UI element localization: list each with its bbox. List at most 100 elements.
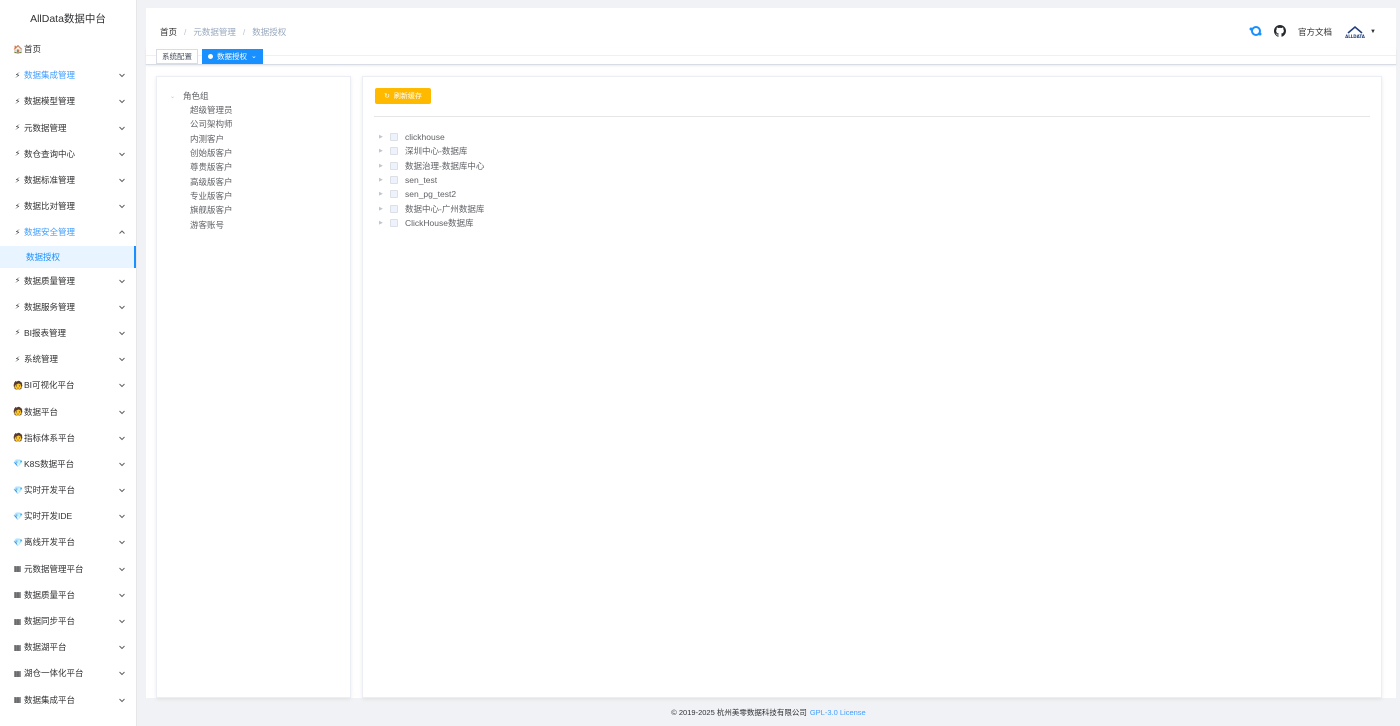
sidebar-item[interactable]: ⚡ 数据模型管理 <box>0 88 136 114</box>
menu-icon: ⚡ <box>14 227 21 237</box>
chevron-down-icon[interactable]: ⌄ <box>251 52 257 60</box>
caret-right-icon[interactable]: ▶ <box>379 177 388 183</box>
sidebar-item[interactable]: 💎 K8S数据平台 <box>0 451 136 477</box>
caret-right-icon[interactable]: ▶ <box>379 220 388 226</box>
sidebar-item[interactable]: ▦ 数据湖平台 <box>0 634 136 660</box>
sidebar-menu: 🏠 首页 ⚡ 数据集成管理 ⚡ 数据模型管理 ⚡ 元数据管理 ⚡ 数仓查询中心 ⚡ 数据标准管理 ⚡… <box>0 36 136 713</box>
tag-data-authorization[interactable]: 数据授权 ⌄ <box>202 48 263 64</box>
tree-node-database[interactable]: ▶ 数据治理-数据库中心 <box>374 159 1370 173</box>
sidebar-item[interactable]: ⚡ 系统管理 <box>0 346 136 372</box>
sidebar-item[interactable]: 💎 离线开发平台 <box>0 529 136 555</box>
chevron-down-icon <box>118 71 126 79</box>
tree-node-database[interactable]: ▶ ClickHouse数据库 <box>374 216 1370 230</box>
caret-right-icon[interactable]: ▶ <box>379 134 388 140</box>
tree-node-role[interactable]: 超级管理员 <box>167 103 340 117</box>
caret-right-icon[interactable]: ▶ <box>379 148 388 154</box>
support-icon[interactable] <box>1248 25 1262 39</box>
doc-link[interactable]: 官方文档 <box>1298 26 1332 38</box>
menu-icon: ⚡ <box>14 123 21 133</box>
sidebar-item[interactable]: ▦ 数据集成平台 <box>0 687 136 713</box>
sidebar-item-label: 元数据管理平台 <box>24 563 84 574</box>
chevron-down-icon <box>118 696 126 704</box>
avatar-dropdown[interactable]: ALLDATA ▼ <box>1344 25 1376 39</box>
tree-node-role[interactable]: 创始版客户 <box>167 146 340 160</box>
sidebar-item-label: 数据比对管理 <box>24 201 76 212</box>
menu-icon: 💎 <box>13 459 23 469</box>
sidebar-item[interactable]: 🧑 数据平台 <box>0 398 136 424</box>
sidebar-item[interactable]: 💎 实时开发平台 <box>0 477 136 503</box>
sidebar-item[interactable]: ⚡ 元数据管理 <box>0 115 136 141</box>
github-icon[interactable] <box>1274 24 1287 39</box>
tree-node-role[interactable]: 游客账号 <box>167 217 340 231</box>
chevron-down-icon <box>118 643 126 651</box>
checkbox[interactable] <box>390 147 398 156</box>
sidebar-item[interactable]: ⚡ 数据标准管理 <box>0 167 136 193</box>
sidebar-item-label: 指标体系平台 <box>24 432 76 443</box>
checkbox[interactable] <box>390 204 398 213</box>
sidebar-item[interactable]: ⚡ 数据服务管理 <box>0 294 136 320</box>
tree-node-role[interactable]: 内测客户 <box>167 132 340 146</box>
checkbox[interactable] <box>390 218 398 227</box>
sidebar-item[interactable]: ⚡ BI报表管理 <box>0 320 136 346</box>
sidebar-item[interactable]: ⚡ 数仓查询中心 <box>0 141 136 167</box>
checkbox[interactable] <box>390 133 398 142</box>
chevron-down-icon <box>118 355 126 363</box>
tree-node-role[interactable]: 公司架构师 <box>167 117 340 131</box>
role-tree-panel: ⌄ 角色组 超级管理员 公司架构师 内测客户 创始版客户 尊贵版客户 高级版客户 专业版客户… <box>156 76 351 698</box>
sidebar-item-label: 实时开发平台 <box>24 485 76 496</box>
license-link[interactable]: GPL-3.0 License <box>810 708 866 717</box>
sidebar-item[interactable]: ⚡ 数据集成管理 <box>0 62 136 88</box>
tree-node-role[interactable]: 专业版客户 <box>167 189 340 203</box>
sidebar-item-label: BI可视化平台 <box>24 380 75 391</box>
tree-node-role-group[interactable]: ⌄ 角色组 <box>167 89 340 103</box>
sidebar-item[interactable]: 💎 实时开发IDE <box>0 503 136 529</box>
tree-node-role[interactable]: 尊贵版客户 <box>167 160 340 174</box>
caret-right-icon[interactable]: ▶ <box>379 163 388 169</box>
sidebar-item-label: 数据安全管理 <box>24 227 76 238</box>
tree-node-role[interactable]: 旗舰版客户 <box>167 203 340 217</box>
active-dot-icon <box>208 53 213 59</box>
chevron-down-icon <box>118 303 126 311</box>
footer: © 2019-2025 杭州美零数据科技有限公司 GPL-3.0 License <box>137 698 1400 726</box>
caret-down-icon[interactable]: ⌄ <box>170 93 175 100</box>
chevron-down-icon <box>118 591 126 599</box>
sidebar-item-label: 离线开发平台 <box>24 537 76 548</box>
tree-node-database[interactable]: ▶ 数据中心-广州数据库 <box>374 201 1370 215</box>
sidebar-subitem[interactable]: 数据授权 <box>0 245 136 268</box>
sidebar-item[interactable]: 🧑 BI可视化平台 <box>0 372 136 398</box>
checkbox[interactable] <box>390 161 398 170</box>
sidebar-item[interactable]: ▦ 数据同步平台 <box>0 608 136 634</box>
tree-node-database[interactable]: ▶ sen_test <box>374 173 1370 187</box>
sidebar-item-label: 系统管理 <box>24 354 59 365</box>
sidebar-item-label: 数仓查询中心 <box>24 148 76 159</box>
sidebar-item[interactable]: ⚡ 数据安全管理 <box>0 219 136 245</box>
breadcrumb: 首页 / 元数据管理 / 数据授权 <box>160 26 1248 38</box>
menu-icon: ⚡ <box>14 201 21 211</box>
sidebar-item[interactable]: ⚡ 数据质量管理 <box>0 268 136 294</box>
sidebar-item[interactable]: 🧑 指标体系平台 <box>0 425 136 451</box>
chevron-down-icon <box>118 669 126 677</box>
tree-node-role[interactable]: 高级版客户 <box>167 174 340 188</box>
sidebar-item[interactable]: ▦ 数据质量平台 <box>0 582 136 608</box>
tree-node-database[interactable]: ▶ sen_pg_test2 <box>374 187 1370 201</box>
chevron-down-icon <box>118 124 126 132</box>
sidebar-item[interactable]: ⚡ 数据比对管理 <box>0 193 136 219</box>
refresh-cache-button[interactable]: ↻ 刷新缓存 <box>375 88 431 104</box>
tag-system-config[interactable]: 系统配置 <box>156 48 198 64</box>
chevron-down-icon <box>118 434 126 442</box>
chevron-down-icon <box>118 277 126 285</box>
tree-node-database[interactable]: ▶ clickhouse <box>374 130 1370 144</box>
app-logo-title[interactable]: AllData数据中台 <box>0 0 136 36</box>
tree-node-database[interactable]: ▶ 深圳中心-数据库 <box>374 144 1370 158</box>
sidebar-item[interactable]: ▦ 湖仓一体化平台 <box>0 660 136 686</box>
sidebar-item-home[interactable]: 🏠 首页 <box>0 36 136 62</box>
caret-right-icon[interactable]: ▶ <box>379 191 388 197</box>
menu-icon: ▦ <box>13 668 22 678</box>
checkbox[interactable] <box>390 176 398 185</box>
checkbox[interactable] <box>390 190 398 199</box>
caret-right-icon[interactable]: ▶ <box>379 206 388 212</box>
sidebar-item[interactable]: ▦ 元数据管理平台 <box>0 556 136 582</box>
chevron-down-icon <box>118 617 126 625</box>
sidebar-item-label: 元数据管理 <box>24 122 67 133</box>
breadcrumb-home[interactable]: 首页 <box>160 26 177 38</box>
